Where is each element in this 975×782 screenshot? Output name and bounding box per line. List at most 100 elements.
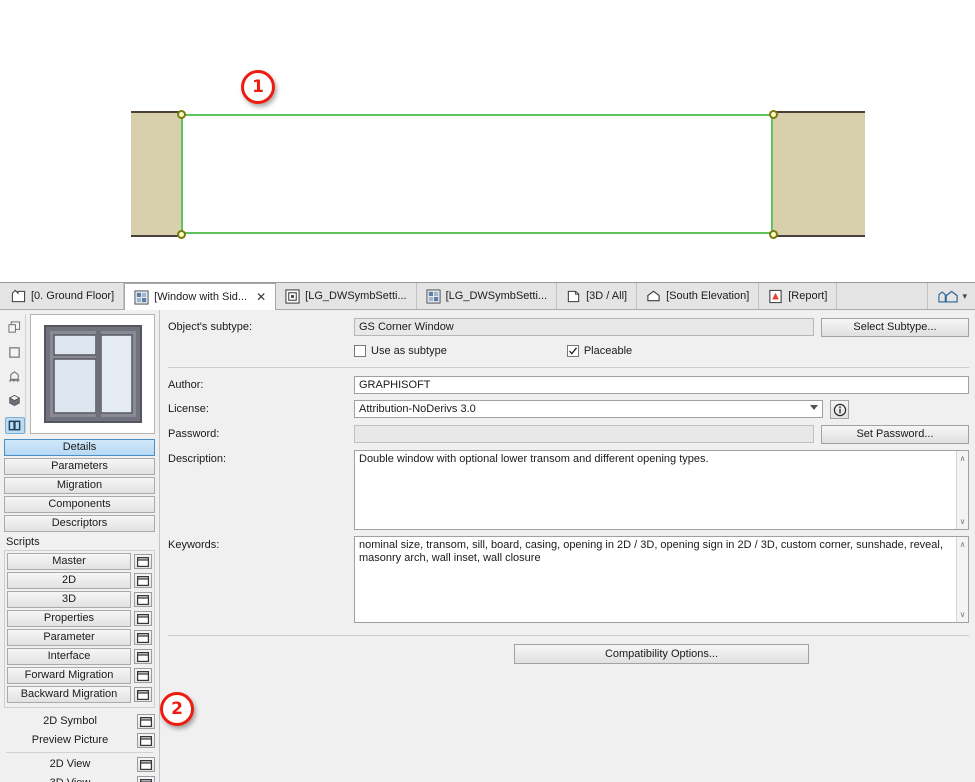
label-password: Password:	[168, 428, 220, 440]
chevron-down-icon[interactable]	[810, 405, 818, 410]
sidebar-item-migration[interactable]: Migration	[4, 477, 155, 494]
tab-label: [0. Ground Floor]	[31, 290, 115, 302]
tab-ground-floor[interactable]: [0. Ground Floor]	[2, 283, 125, 309]
row-2d-view: 2D View	[4, 756, 155, 773]
field-row-subtype-flags: Use as subtype Placeable	[168, 343, 969, 361]
label-subtype: Object's subtype:	[168, 321, 253, 333]
label-keywords: Keywords:	[168, 539, 220, 551]
select-subtype-button[interactable]: Select Subtype...	[821, 318, 969, 337]
script-button-interface[interactable]: Interface	[7, 648, 131, 665]
open-window-icon-properties[interactable]	[134, 611, 152, 626]
chevron-down-icon[interactable]: ▾	[962, 291, 967, 302]
open-window-icon-3d-view[interactable]	[137, 776, 155, 782]
compatibility-options-button[interactable]: Compatibility Options...	[514, 644, 809, 664]
tab-close-icon[interactable]: ✕	[256, 290, 266, 304]
annotation-badge-2: 2	[160, 692, 194, 726]
details-view-icon-button[interactable]	[4, 416, 25, 435]
wall-segment-left[interactable]	[131, 112, 182, 236]
row-preview-picture: Preview Picture	[4, 732, 155, 749]
tab-lg-dwsymbsetti-1[interactable]: [LG_DWSymbSetti...	[276, 283, 417, 309]
open-window-icon-master[interactable]	[134, 554, 152, 569]
script-row-master: Master	[7, 553, 152, 570]
section-view-icon-button[interactable]	[5, 343, 25, 360]
tab-south-elevation[interactable]: [South Elevation]	[637, 283, 760, 309]
open-window-icon-3d[interactable]	[134, 592, 152, 607]
library-part-preview[interactable]	[30, 314, 155, 434]
open-window-icon-backward-migration[interactable]	[134, 687, 152, 702]
floor-plan-canvas[interactable]: 1	[0, 0, 975, 282]
floor-plan-view-icon-button[interactable]	[5, 319, 25, 336]
script-row-forward-migration: Forward Migration	[7, 667, 152, 684]
checkbox-box-unchecked[interactable]	[354, 345, 366, 357]
sidebar-item-details[interactable]: Details	[4, 439, 155, 456]
tab-label: [Report]	[788, 290, 828, 302]
checkbox-use-as-subtype[interactable]: Use as subtype	[354, 345, 447, 357]
script-button-3d[interactable]: 3D	[7, 591, 131, 608]
description-scrollbar[interactable]: ∧ ∨	[956, 451, 968, 529]
tab-bar-right-controls[interactable]: ▾	[927, 283, 975, 309]
hotspot-node-top-right[interactable]	[769, 110, 778, 119]
scroll-up-icon[interactable]: ∧	[960, 538, 966, 551]
label-license: License:	[168, 403, 209, 415]
open-window-icon-preview-picture[interactable]	[137, 733, 155, 748]
sidebar-item-components[interactable]: Components	[4, 496, 155, 513]
set-password-button[interactable]: Set Password...	[821, 425, 969, 444]
hotspot-node-top-left[interactable]	[177, 110, 186, 119]
tab-lg-dwsymbsetti-2[interactable]: [LG_DWSymbSetti...	[416, 283, 558, 309]
label-spacer	[168, 343, 354, 346]
description-textarea[interactable]: Double window with optional lower transo…	[354, 450, 969, 530]
hotspot-node-bottom-left[interactable]	[177, 230, 186, 239]
script-button-parameter[interactable]: Parameter	[7, 629, 131, 646]
details-form-panel: Object's subtype: GS Corner Window Selec…	[160, 310, 975, 782]
open-window-icon	[137, 594, 149, 605]
view-icon-column	[4, 314, 26, 435]
password-input[interactable]	[354, 425, 814, 443]
script-button-master[interactable]: Master	[7, 553, 131, 570]
wall-segment-right[interactable]	[772, 112, 865, 236]
tab-report[interactable]: [Report]	[759, 283, 838, 309]
script-button-backward-migration[interactable]: Backward Migration	[7, 686, 131, 703]
checkbox-box-checked[interactable]	[566, 345, 579, 357]
keywords-text: nominal size, transom, sill, board, casi…	[359, 539, 943, 564]
script-button-forward-migration[interactable]: Forward Migration	[7, 667, 131, 684]
subtype-value-field[interactable]: GS Corner Window	[354, 318, 814, 336]
field-row-author: Author: GRAPHISOFT	[168, 376, 969, 394]
tab-3d-all[interactable]: [3D / All]	[557, 283, 638, 309]
open-window-icon-2d-symbol[interactable]	[137, 714, 155, 729]
report-icon	[769, 289, 782, 303]
checkbox-placeable[interactable]: Placeable	[566, 345, 632, 357]
license-info-button[interactable]	[830, 400, 849, 419]
script-row-2d: 2D	[7, 572, 152, 589]
tab-window-with-sidelight[interactable]: [Window with Sid... ✕	[124, 283, 277, 310]
open-window-icon	[137, 613, 149, 624]
script-button-2d[interactable]: 2D	[7, 572, 131, 589]
elevation-view-icon-button[interactable]	[5, 368, 25, 385]
license-select[interactable]: Attribution-NoDerivs 3.0	[354, 400, 823, 418]
field-row-description: Description: Double window with optional…	[168, 450, 969, 530]
scroll-down-icon[interactable]: ∨	[960, 515, 966, 528]
sidebar-item-descriptors[interactable]: Descriptors	[4, 515, 155, 532]
open-window-icon-parameter[interactable]	[134, 630, 152, 645]
quick-options-icon[interactable]	[938, 289, 959, 304]
open-window-icon	[140, 759, 152, 770]
hotspot-node-bottom-right[interactable]	[769, 230, 778, 239]
open-window-icon-interface[interactable]	[134, 649, 152, 664]
selected-window-outline[interactable]	[181, 114, 773, 234]
open-window-icon-2d-view[interactable]	[137, 757, 155, 772]
open-window-icon-forward-migration[interactable]	[134, 668, 152, 683]
left-navigation-panel: Details Parameters Migration Components …	[0, 310, 160, 782]
open-window-icon-2d[interactable]	[134, 573, 152, 588]
sidebar-item-parameters[interactable]: Parameters	[4, 458, 155, 475]
checkbox-label-use-as-subtype: Use as subtype	[371, 345, 447, 357]
tab-bar: [0. Ground Floor] [Window with Sid... ✕	[0, 283, 975, 310]
script-button-properties[interactable]: Properties	[7, 610, 131, 627]
description-text: Double window with optional lower transo…	[359, 453, 709, 465]
keywords-scrollbar[interactable]: ∧ ∨	[956, 537, 968, 622]
3d-view-icon-button[interactable]	[5, 392, 25, 409]
app-root: 1 2 [0. Ground Floor] [Window with Sid..…	[0, 0, 975, 782]
author-input[interactable]: GRAPHISOFT	[354, 376, 969, 394]
floor-plan-icon	[11, 289, 26, 302]
scroll-down-icon[interactable]: ∨	[960, 608, 966, 621]
keywords-textarea[interactable]: nominal size, transom, sill, board, casi…	[354, 536, 969, 623]
scroll-up-icon[interactable]: ∧	[960, 452, 966, 465]
